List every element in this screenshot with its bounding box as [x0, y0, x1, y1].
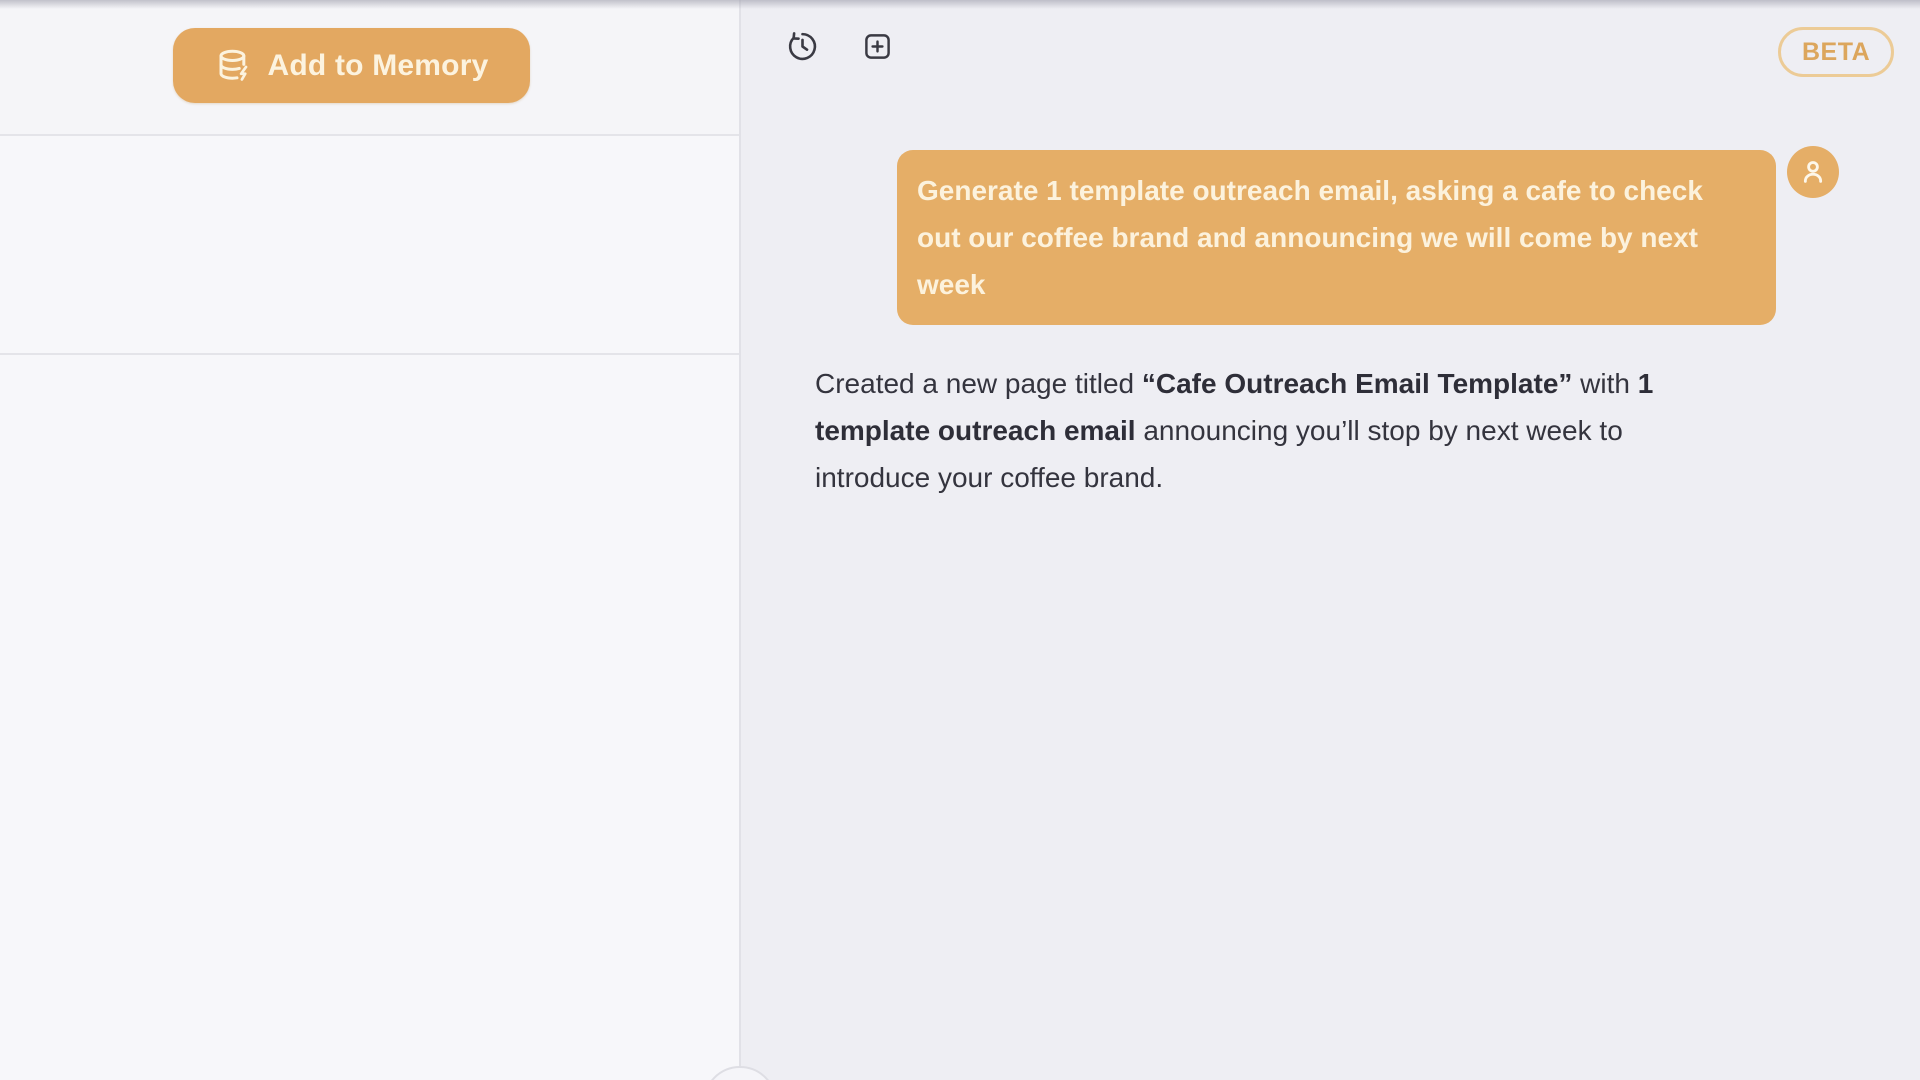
user-avatar	[1787, 146, 1839, 198]
add-to-memory-button[interactable]: Add to Memory	[173, 28, 530, 103]
user-message-bubble: Generate 1 template outreach email, aski…	[897, 150, 1776, 325]
sidebar-divider-top	[0, 134, 739, 136]
add-to-memory-label: Add to Memory	[268, 49, 489, 83]
beta-badge: BETA	[1778, 27, 1894, 77]
database-bolt-icon	[215, 47, 253, 85]
history-icon[interactable]	[786, 30, 819, 63]
assistant-response: Created a new page titled “Cafe Outreach…	[815, 360, 1720, 501]
user-message-text: Generate 1 template outreach email, aski…	[917, 175, 1703, 300]
chat-panel: BETA Generate 1 template outreach email,…	[741, 0, 1920, 1080]
sidebar-divider-bottom	[0, 353, 739, 355]
response-mid: with	[1572, 368, 1637, 399]
response-page-title: “Cafe Outreach Email Template”	[1142, 368, 1573, 399]
memory-sidebar: Add to Memory	[0, 0, 739, 1080]
response-prefix: Created a new page titled	[815, 368, 1142, 399]
panel-divider	[739, 0, 741, 1080]
plus-square-icon[interactable]	[862, 31, 893, 62]
beta-badge-label: BETA	[1802, 38, 1870, 67]
person-icon	[1796, 155, 1830, 189]
app-window: Add to Memory BETA Generate 1 t	[0, 0, 1920, 1080]
